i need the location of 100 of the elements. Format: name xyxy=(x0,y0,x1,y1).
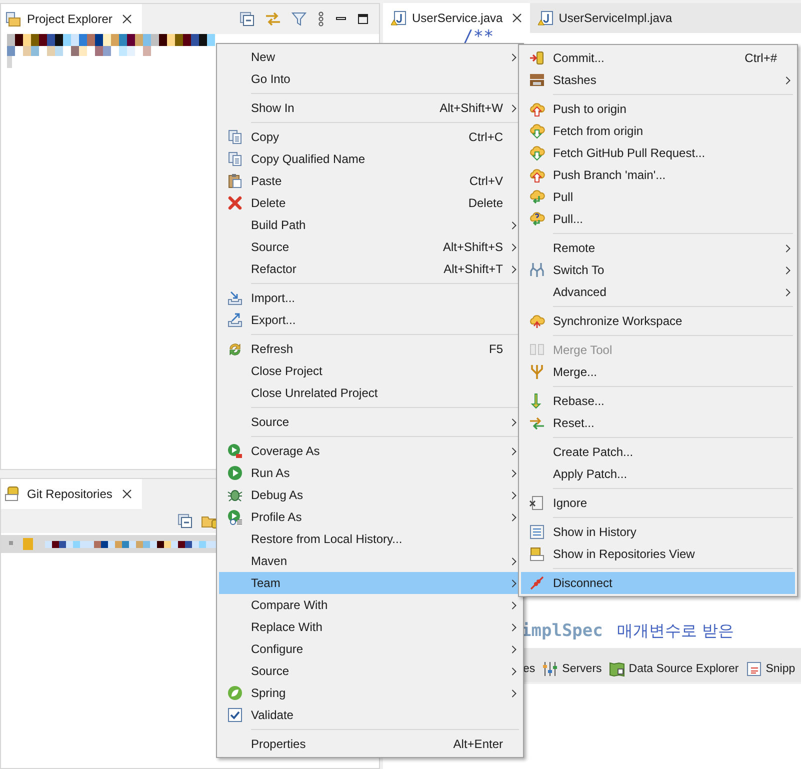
cloud-pull-icon xyxy=(529,189,545,205)
profile-icon xyxy=(227,509,243,525)
menu-item[interactable]: Export... xyxy=(219,309,521,331)
javadoc-tag: implSpec xyxy=(521,621,603,641)
menu-item[interactable]: Rebase... xyxy=(521,390,795,412)
collapse-all-icon[interactable] xyxy=(177,513,193,529)
leaf-icon xyxy=(227,685,243,701)
menu-item[interactable]: Paste Ctrl+V xyxy=(219,170,521,192)
menu-item[interactable]: Ignore xyxy=(521,492,795,514)
menu-item[interactable]: Validate xyxy=(219,704,521,726)
menu-item[interactable]: Source xyxy=(219,411,521,433)
menu-item[interactable]: Close Unrelated Project xyxy=(219,382,521,404)
menu-item[interactable]: Spring xyxy=(219,682,521,704)
cloud-sync-icon xyxy=(529,313,545,329)
java-file-icon xyxy=(538,10,554,26)
history-icon xyxy=(529,524,545,540)
menu-item[interactable]: Stashes xyxy=(521,69,795,91)
menu-item[interactable]: Synchronize Workspace xyxy=(521,310,795,332)
checkbox-icon xyxy=(227,707,243,723)
code-comment: 매개변수로 받은 xyxy=(616,621,734,642)
menu-item[interactable]: Remote xyxy=(521,237,795,259)
view-tab[interactable]: Servers xyxy=(542,656,602,682)
commit-icon xyxy=(529,50,545,66)
snippets-icon xyxy=(746,661,762,677)
close-icon[interactable] xyxy=(122,489,132,499)
menu-item[interactable]: Replace With xyxy=(219,616,521,638)
copy-icon xyxy=(227,151,243,167)
close-icon[interactable] xyxy=(122,14,132,24)
menu-item[interactable]: Source Alt+Shift+S xyxy=(219,236,521,258)
menu-item[interactable]: Commit... Ctrl+# xyxy=(521,47,795,69)
menu-item[interactable]: Configure xyxy=(219,638,521,660)
git-repository-icon xyxy=(5,486,21,502)
menu-item[interactable]: Push Branch 'main'... xyxy=(521,164,795,186)
menu-item[interactable]: Import... xyxy=(219,287,521,309)
menu-item[interactable]: Team xyxy=(219,572,521,594)
cloud-download-icon xyxy=(529,123,545,139)
view-tab[interactable]: Snipp xyxy=(746,656,796,682)
view-tab[interactable]: Data Source Explorer xyxy=(608,656,739,682)
cloud-pull-question-icon xyxy=(529,211,545,227)
merge-icon xyxy=(529,364,545,380)
menu-item[interactable]: Refactor Alt+Shift+T xyxy=(219,258,521,280)
menu-item[interactable]: Build Path xyxy=(219,214,521,236)
menu-item[interactable]: Compare With xyxy=(219,594,521,616)
reset-icon xyxy=(529,415,545,431)
menu-item[interactable]: Run As xyxy=(219,462,521,484)
cloud-upload-icon xyxy=(529,101,545,117)
menu-item[interactable]: Create Patch... xyxy=(521,441,795,463)
filter-icon[interactable] xyxy=(291,11,307,27)
merge-tool-icon xyxy=(529,342,545,358)
menu-item[interactable]: Switch To xyxy=(521,259,795,281)
menu-item[interactable]: Show In Alt+Shift+W xyxy=(219,97,521,119)
collapse-all-icon[interactable] xyxy=(239,11,255,27)
menu-item[interactable]: Properties Alt+Enter xyxy=(219,733,521,755)
delete-icon xyxy=(227,195,243,211)
menu-item[interactable]: New xyxy=(219,46,521,68)
menu-item[interactable]: Pull xyxy=(521,186,795,208)
java-file-icon xyxy=(391,10,407,26)
menu-item[interactable]: Refresh F5 xyxy=(219,338,521,360)
export-icon xyxy=(227,312,243,328)
menu-item[interactable]: Push to origin xyxy=(521,98,795,120)
folder-icon xyxy=(5,11,21,27)
menu-item[interactable]: Debug As xyxy=(219,484,521,506)
menu-item[interactable]: Apply Patch... xyxy=(521,463,795,485)
coverage-icon xyxy=(227,443,243,459)
map-icon xyxy=(608,661,625,677)
copy-icon xyxy=(227,129,243,145)
menu-item[interactable]: Delete Delete xyxy=(219,192,521,214)
menu-item[interactable]: Show in History xyxy=(521,521,795,543)
menu-item[interactable]: Go Into xyxy=(219,68,521,90)
menu-item[interactable]: Restore from Local History... xyxy=(219,528,521,550)
maximize-icon[interactable] xyxy=(357,13,369,25)
view-menu-icon[interactable] xyxy=(317,11,325,27)
menu-item[interactable]: Coverage As xyxy=(219,440,521,462)
view-tab[interactable]: Project Explorer xyxy=(1,4,142,34)
servers-icon xyxy=(542,661,558,677)
refresh-icon xyxy=(227,341,243,357)
menu-item[interactable]: Copy Qualified Name xyxy=(219,148,521,170)
branches-icon xyxy=(529,262,545,278)
menu-item[interactable]: Advanced xyxy=(521,281,795,303)
menu-item[interactable]: Reset... xyxy=(521,412,795,434)
play-icon xyxy=(227,465,243,481)
menu-item[interactable]: Fetch from origin xyxy=(521,120,795,142)
ignore-icon xyxy=(529,495,545,511)
menu-item[interactable]: Merge... xyxy=(521,361,795,383)
import-icon xyxy=(227,290,243,306)
menu-item[interactable]: Copy Ctrl+C xyxy=(219,126,521,148)
view-tab[interactable]: Git Repositories xyxy=(1,479,142,509)
menu-item[interactable]: Disconnect xyxy=(521,572,795,594)
menu-item[interactable]: Close Project xyxy=(219,360,521,382)
bug-icon xyxy=(227,487,243,503)
disconnect-icon xyxy=(529,575,545,591)
chest-icon xyxy=(529,72,545,88)
menu-item[interactable]: Show in Repositories View xyxy=(521,543,795,565)
menu-item[interactable]: Pull... xyxy=(521,208,795,230)
menu-item[interactable]: Profile As xyxy=(219,506,521,528)
menu-item[interactable]: Source xyxy=(219,660,521,682)
close-icon[interactable] xyxy=(512,13,522,23)
menu-item[interactable]: Fetch GitHub Pull Request... xyxy=(521,142,795,164)
cloud-upload-icon xyxy=(529,167,545,183)
menu-item[interactable]: Maven xyxy=(219,550,521,572)
